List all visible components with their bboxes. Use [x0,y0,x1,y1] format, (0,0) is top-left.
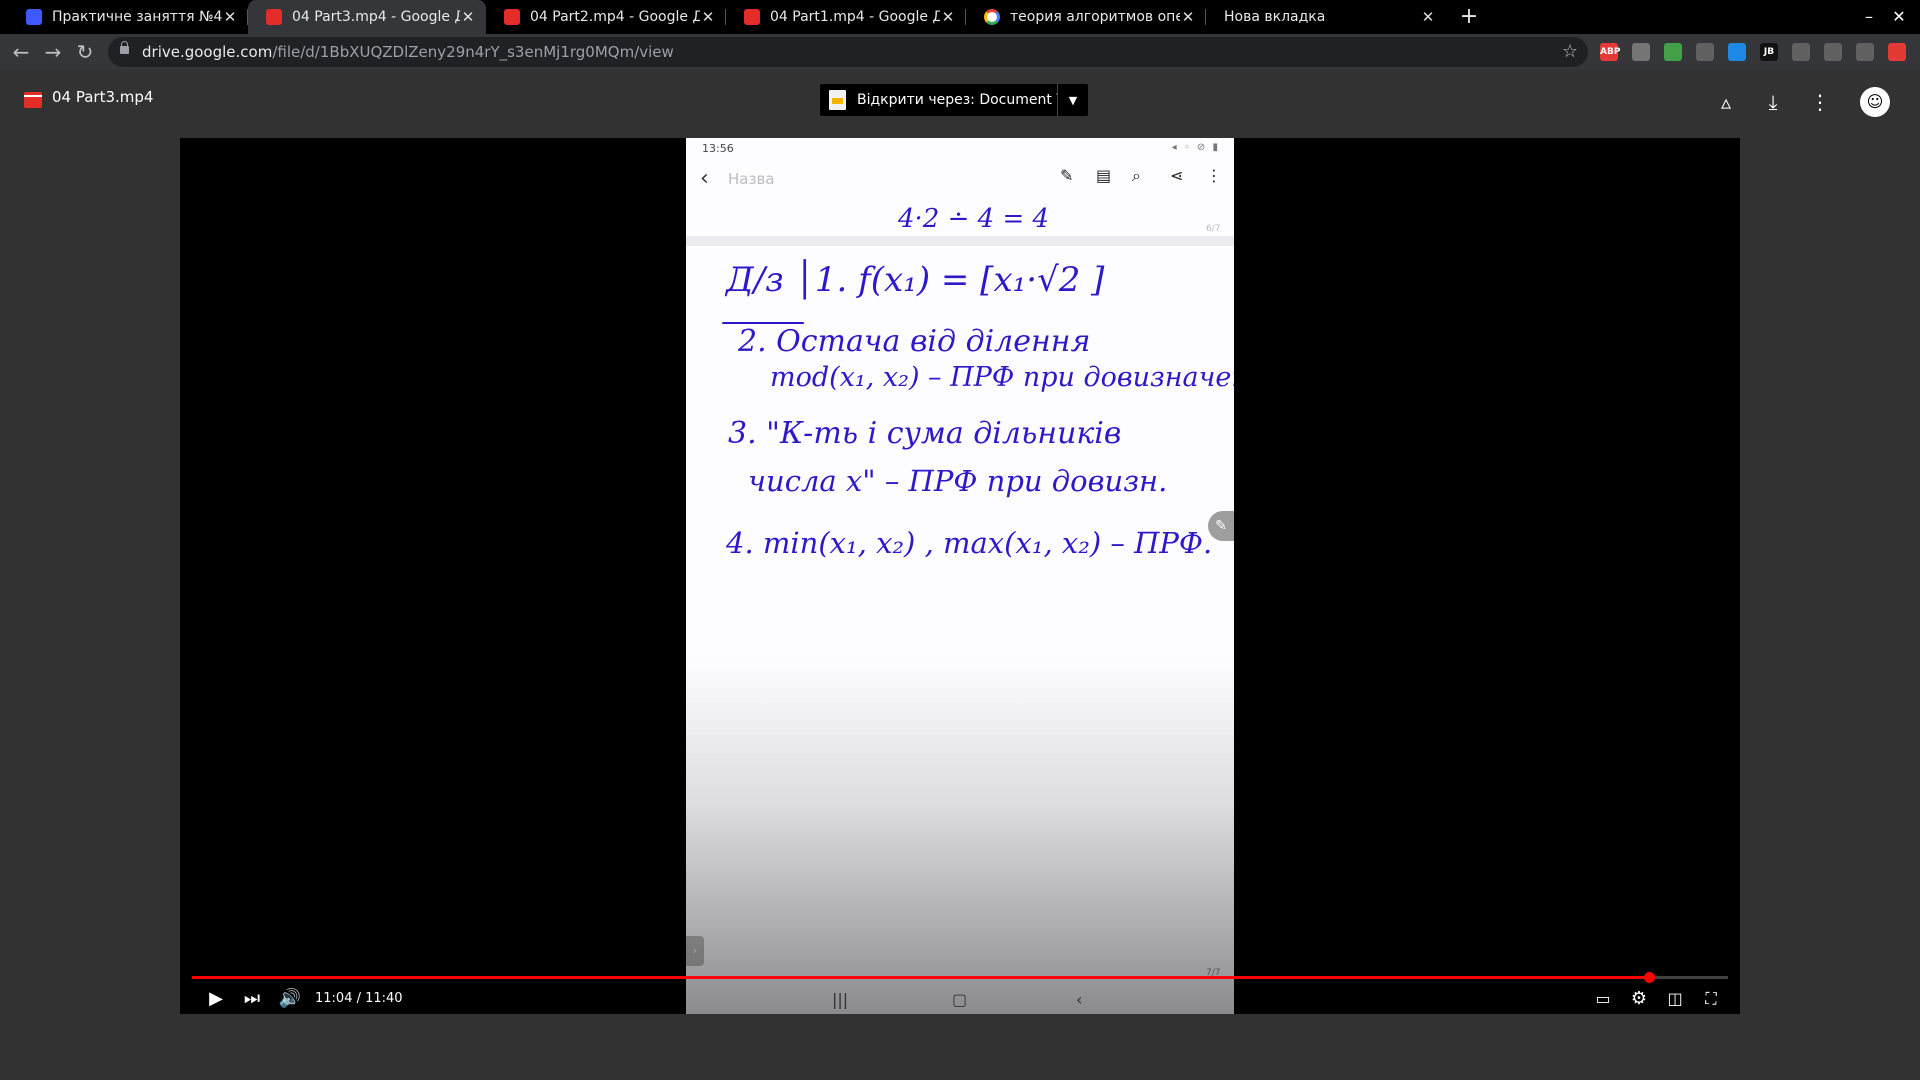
form-icon [26,9,42,25]
close-icon[interactable]: ✕ [460,8,476,26]
page-divider [686,236,1234,246]
phone-back-icon: ‹ [700,166,709,191]
globe-icon[interactable] [1632,43,1650,61]
close-icon[interactable]: ✕ [940,8,956,26]
chevron-down-icon[interactable]: ▼ [1058,94,1088,107]
wave-icon[interactable] [1728,43,1746,61]
phone-status-icons: ◂ ◦ ⊘ ▮ [1171,142,1220,153]
phone-navbar: ||| ▢ ‹ [686,984,1234,1014]
handwritten-line-5: числа x" – ПРФ при довизн. [748,464,1168,498]
tab-new[interactable]: Нова вкладка ✕ [1206,0,1446,34]
more-vert-icon: ⋮ [1206,166,1222,185]
adblock-icon[interactable]: ABP [1600,43,1620,61]
puzzle-icon[interactable] [1792,43,1810,61]
tab-algorithms[interactable]: теория алгоритмов операто ✕ [966,0,1206,34]
download-icon[interactable]: ⤓ [1759,88,1787,116]
fullscreen-icon[interactable]: ⛶ [1696,984,1726,1014]
next-icon[interactable]: ⏭ [236,984,268,1014]
forward-button[interactable]: → [40,39,66,65]
more-vert-icon[interactable]: ⋮ [1806,88,1834,116]
handwritten-line-1: Д/з │1. f(x₁) = [x₁·√2 ] [726,260,1105,300]
share-icon: ⋖ [1170,166,1184,185]
handwritten-line-4: 3. "К-ть і сума дільників [728,416,1122,451]
bookmark-star-icon[interactable]: ☆ [1562,37,1578,67]
url-text[interactable]: drive.google.com/file/d/1BbXUQZDlZeny29n… [142,37,674,67]
video-player[interactable]: 13:56 ◂ ◦ ⊘ ▮ ‹ Назва ✎ ▤ ⌕ ⋖ ⋮ 4·2 ∸ 4 … [180,138,1740,1014]
tab-title: теория алгоритмов операто [1010,9,1180,25]
jb-icon[interactable]: JB [1760,43,1778,61]
avatar[interactable]: ☺ [1860,87,1890,117]
tab-part1[interactable]: 04 Part1.mp4 - Google Диск ✕ [726,0,966,34]
browser-toolbar: ← → ↻ drive.google.com/file/d/1BbXUQZDlZ… [0,34,1920,70]
handwritten-line-2: 2. Остача від ділення [738,324,1091,359]
progress-bar[interactable] [192,972,1728,983]
open-with-label: Відкрити через: Document Vie... [857,92,1057,108]
bird-icon[interactable] [1696,43,1714,61]
volume-icon[interactable]: 🔊 [274,984,306,1014]
time-display: 11:04 / 11:40 [315,991,403,1006]
new-tab-button[interactable]: + [1456,4,1482,30]
subtitles-icon[interactable]: ▭ [1588,984,1618,1014]
phone-note-title: Назва [728,170,775,188]
google-icon [984,9,1000,25]
phone-status-time: 13:56 [702,142,734,155]
chrome-ext-icon[interactable] [1664,43,1682,61]
tab-strip: Практичне заняття №4 ✕ 04 Part3.mp4 - Go… [0,0,1920,34]
video-file-icon [24,92,42,108]
video-icon [744,9,760,25]
close-icon[interactable]: ✕ [1420,8,1436,26]
close-icon[interactable]: ✕ [700,8,716,26]
handwritten-line-6: 4. min(x₁, x₂) , max(x₁, x₂) – ПРФ. [726,526,1213,560]
prev-page-fragment: 4·2 ∸ 4 = 4 [898,204,1050,234]
profile-red-icon[interactable] [1888,43,1906,61]
tab-part3[interactable]: 04 Part3.mp4 - Google Диск ✕ [248,0,486,34]
video-icon [504,9,520,25]
edit-pen-icon: ✎ [1208,511,1234,541]
tab-part2[interactable]: 04 Part2.mp4 - Google Диск ✕ [486,0,726,34]
page-number-prev: 6/7 [1206,224,1221,234]
side-panel-handle: › [686,936,704,966]
open-with-button[interactable]: Відкрити через: Document Vie... ▼ [820,84,1088,116]
tab-title: Нова вкладка [1224,9,1326,25]
tab-practical-4[interactable]: Практичне заняття №4 ✕ [8,0,248,34]
progress-scrubber[interactable] [1644,972,1656,983]
document-viewer-icon [829,90,846,110]
miniplayer-icon[interactable]: ◫ [1660,984,1690,1014]
video-icon [266,9,282,25]
reload-button[interactable]: ↻ [72,39,98,65]
tab-title: Практичне заняття №4 [52,9,222,25]
feather-icon[interactable] [1856,43,1874,61]
recent-apps-icon: ||| [832,990,849,1009]
playlist-icon[interactable] [1824,43,1842,61]
tab-title: 04 Part2.mp4 - Google Диск [530,9,700,25]
progress-fill [192,976,1650,979]
close-icon[interactable]: ✕ [1180,8,1196,26]
add-to-drive-icon[interactable]: ▵ [1712,88,1740,116]
tab-title: 04 Part1.mp4 - Google Диск [770,9,940,25]
back-arrow-icon: ‹ [1076,990,1083,1009]
home-icon: ▢ [952,990,968,1009]
file-name: 04 Part3.mp4 [52,88,154,106]
close-icon[interactable]: ✕ [222,8,238,26]
document-icon: ▤ [1096,166,1112,185]
address-bar[interactable]: drive.google.com/file/d/1BbXUQZDlZeny29n… [108,37,1588,67]
close-window-button[interactable]: ✕ [1876,0,1920,34]
tab-title: 04 Part3.mp4 - Google Диск [292,9,460,25]
play-icon[interactable]: ▶ [200,984,232,1014]
lock-icon [120,41,129,54]
video-frame: 13:56 ◂ ◦ ⊘ ▮ ‹ Назва ✎ ▤ ⌕ ⋖ ⋮ 4·2 ∸ 4 … [686,138,1234,1014]
search-icon: ⌕ [1132,166,1141,185]
pen-icon: ✎ [1060,166,1074,185]
back-button[interactable]: ← [8,39,34,65]
gear-icon[interactable]: ⚙ [1624,984,1654,1014]
handwritten-line-3: mod(x₁, x₂) – ПРФ при довизначенні [770,362,1234,393]
